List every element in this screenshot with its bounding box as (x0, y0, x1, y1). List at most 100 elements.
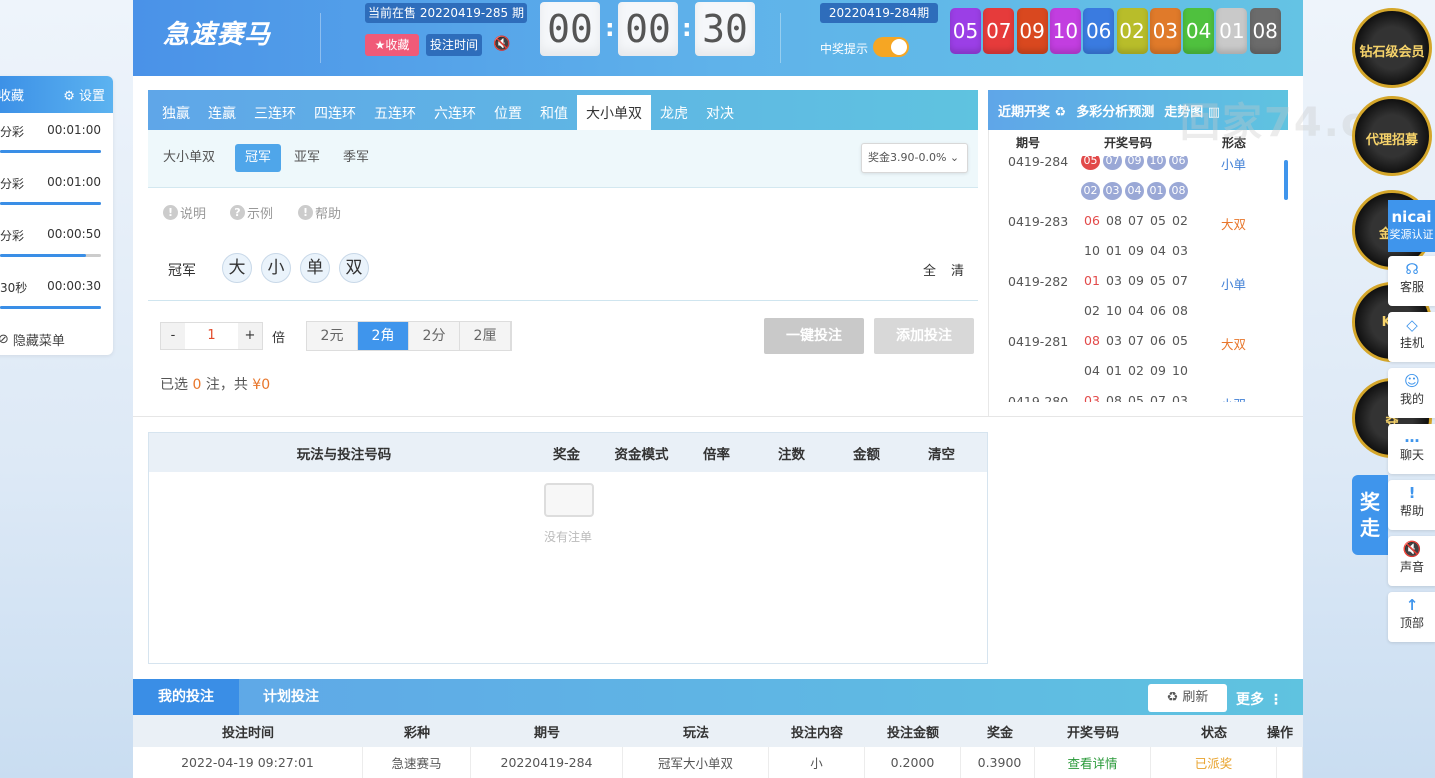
sub-option-yajun[interactable]: 亚军 (294, 144, 320, 172)
history-number: 08 (1172, 303, 1188, 318)
bet-time-button[interactable]: 投注时间 (426, 34, 482, 56)
sub-option-jijun[interactable]: 季军 (343, 144, 369, 172)
multiplier-input[interactable]: 1 (185, 323, 238, 349)
side-tool-chat[interactable]: … 聊天 (1388, 424, 1435, 474)
tab-play[interactable]: 和值 (531, 90, 577, 130)
add-bet-button[interactable]: 添加投注 (874, 318, 974, 354)
logo: 急速赛马 (163, 20, 272, 50)
side-tool-headset[interactable]: ☊ 客服 (1388, 256, 1435, 306)
history-number: 10 (1172, 363, 1188, 378)
sub-option-guanjun[interactable]: 冠军 (235, 144, 282, 172)
one-click-bet-button[interactable]: 一键投注 (764, 318, 864, 354)
tab-play[interactable]: 三连环 (245, 90, 305, 130)
tab-play[interactable]: 四连环 (305, 90, 365, 130)
favorite-button[interactable]: ★收藏 (365, 34, 419, 56)
minus-button[interactable]: - (161, 323, 185, 349)
history-number: 08 (1106, 393, 1122, 402)
win-tip-toggle[interactable] (873, 37, 909, 57)
speaker-mute-icon: 🔇 (1402, 540, 1422, 558)
win-tip-label: 中奖提示 (820, 42, 869, 56)
tab-analysis[interactable]: 多彩分析预测 (1076, 101, 1154, 120)
history-number: 04 (1150, 243, 1166, 258)
favorites-title: 收藏 (0, 89, 25, 104)
history-row: 0419-281 08 03 07 06 05 04 01 02 09 10 大双 (1008, 333, 1247, 378)
tab-play[interactable]: 六连环 (425, 90, 485, 130)
tab-my-bets[interactable]: 我的投注 (133, 679, 239, 715)
history-number: 03 (1172, 393, 1188, 402)
history-number: 05 (1172, 333, 1188, 348)
pick-dan[interactable]: 单 (300, 253, 330, 283)
clear-all-link[interactable]: 清空 (904, 433, 979, 472)
favorite-item[interactable]: 分彩 00:01:00 (0, 113, 113, 165)
favorites-header: 收藏 ⚙ 设置 (0, 76, 113, 113)
history-number: 04 (1084, 363, 1100, 378)
pick-shuang[interactable]: 双 (339, 253, 369, 283)
tab-play[interactable]: 位置 (485, 90, 531, 130)
history-scrollbar[interactable] (1284, 160, 1288, 200)
tab-recent-draws[interactable]: 近期开奖 ♻ (998, 101, 1066, 120)
history-row: 0419-282 01 03 09 05 07 02 10 04 06 08 小单 (1008, 273, 1247, 318)
history-row: 0419-284 05 07 09 10 06 02 03 04 01 08 小单 (988, 156, 1268, 212)
multiplier-stepper: - 1 + (160, 322, 263, 350)
draw-ball: 07 (983, 8, 1015, 54)
help-link[interactable]: ! 帮助 (298, 203, 341, 222)
side-tool-diamond[interactable]: ◇ 挂机 (1388, 312, 1435, 362)
favorite-item[interactable]: 分彩 00:01:00 (0, 165, 113, 217)
refresh-button[interactable]: ♻ 刷新 (1148, 684, 1227, 712)
pick-xiao[interactable]: 小 (261, 253, 291, 283)
pick-da[interactable]: 大 (222, 253, 252, 283)
vip-badge[interactable]: 钻石级会员 (1352, 8, 1432, 88)
unit-li[interactable]: 2厘 (460, 322, 511, 350)
select-all-button[interactable]: 全 (923, 260, 936, 279)
favorite-item[interactable]: 30秒 00:00:30 (0, 269, 113, 321)
history-number: 03 (1172, 243, 1188, 258)
tab-play[interactable]: 五连环 (365, 90, 425, 130)
side-tool-user[interactable]: ☺ 我的 (1388, 368, 1435, 418)
tab-play[interactable]: 大小单双 (577, 95, 651, 130)
speaker-mute-icon[interactable]: 🔇 (493, 36, 510, 52)
side-tool-speaker-mute[interactable]: 🔇 声音 (1388, 536, 1435, 586)
history-number: 06 (1150, 303, 1166, 318)
side-tool-alert[interactable]: ! 帮助 (1388, 480, 1435, 530)
history-number: 06 (1084, 213, 1100, 228)
favorite-item[interactable]: 分彩 00:00:50 (0, 217, 113, 269)
main-panel: 急速赛马 当前在售 20220419-285 期 ★收藏 投注时间 🔇 00 :… (133, 0, 1303, 778)
history-number: 07 (1103, 156, 1122, 170)
records-header: 投注时间 彩种 期号 玩法 投注内容 投注金额 奖金 开奖号码 状态 操作 (133, 715, 1303, 747)
agent-badge[interactable]: 代理招募 (1352, 96, 1432, 176)
side-tool-arrow-up[interactable]: ↑ 顶部 (1388, 592, 1435, 642)
example-link[interactable]: ? 示例 (230, 203, 273, 222)
tab-play[interactable]: 独赢 (153, 90, 199, 130)
empty-message: 没有注单 (544, 530, 593, 544)
history-number: 02 (1084, 303, 1100, 318)
countdown-bar (0, 150, 101, 153)
prize-select[interactable]: 奖金3.90-0.0% ⌄ (861, 143, 968, 173)
multiplier-unit: 倍 (272, 331, 286, 346)
history-number: 10 (1147, 156, 1166, 170)
more-link[interactable]: 更多 ⋮ (1236, 689, 1283, 709)
clear-selection-button[interactable]: 清 (951, 260, 964, 279)
plus-button[interactable]: + (238, 323, 262, 349)
explain-link[interactable]: ! 说明 (163, 203, 206, 222)
draw-ball: 09 (1016, 8, 1048, 54)
tab-play[interactable]: 龙虎 (651, 90, 697, 130)
countdown-bar (0, 254, 101, 257)
tab-play[interactable]: 对决 (697, 90, 743, 130)
unit-fen[interactable]: 2分 (409, 322, 460, 350)
draw-ball: 01 (1216, 8, 1248, 54)
source-auth-badge[interactable]: nicai 奖源认证 (1388, 200, 1435, 252)
hide-menu-button[interactable]: ⊘ 隐藏菜单 (0, 321, 113, 355)
history-number: 06 (1150, 333, 1166, 348)
tab-plan-bets[interactable]: 计划投注 (239, 679, 343, 715)
user-icon: ☺ (1404, 372, 1420, 390)
unit-yuan[interactable]: 2元 (307, 322, 358, 350)
tab-play[interactable]: 连赢 (199, 90, 245, 130)
settings-link[interactable]: ⚙ 设置 (63, 85, 105, 104)
star-icon: ★ (374, 38, 386, 52)
history-number: 05 (1150, 213, 1166, 228)
trend-banner[interactable]: 奖走 (1352, 475, 1388, 555)
history-number: 03 (1106, 333, 1122, 348)
history-number: 03 (1106, 273, 1122, 288)
view-detail-link[interactable]: 查看详情 (1035, 747, 1151, 778)
unit-jiao[interactable]: 2角 (358, 322, 409, 350)
